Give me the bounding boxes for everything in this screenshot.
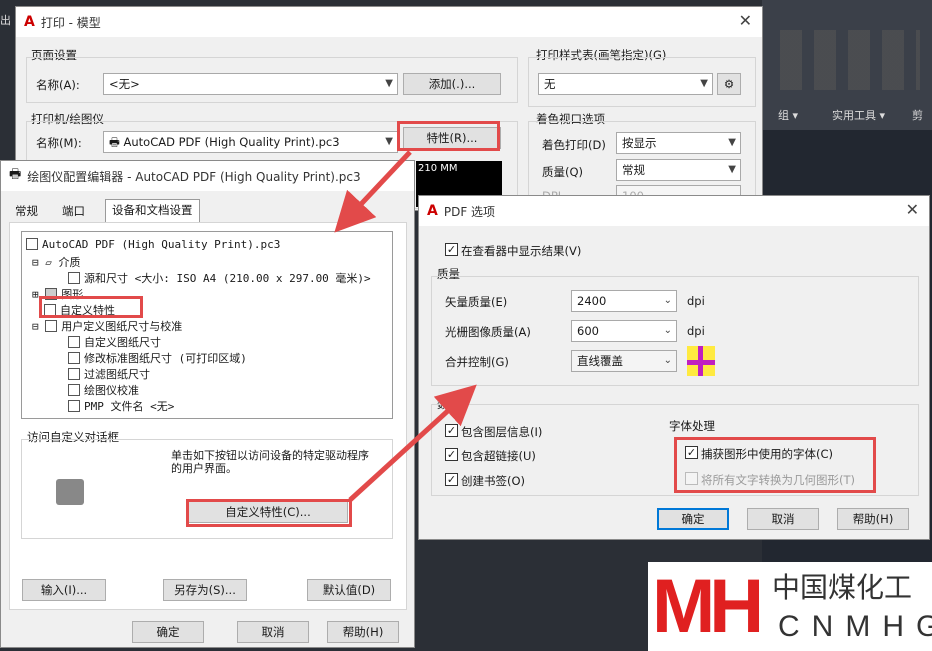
watermark-mh-icon: MH [652, 564, 764, 649]
watermark-logo: MH 中国煤化工 CNMHG [648, 562, 932, 651]
watermark-cn: 中国煤化工 [772, 571, 913, 604]
watermark-en: CNMHG [778, 610, 932, 643]
arrow-properties-to-editor [334, 150, 412, 233]
callout-arrows [334, 150, 477, 502]
arrow-custom-to-pdf [348, 384, 477, 502]
